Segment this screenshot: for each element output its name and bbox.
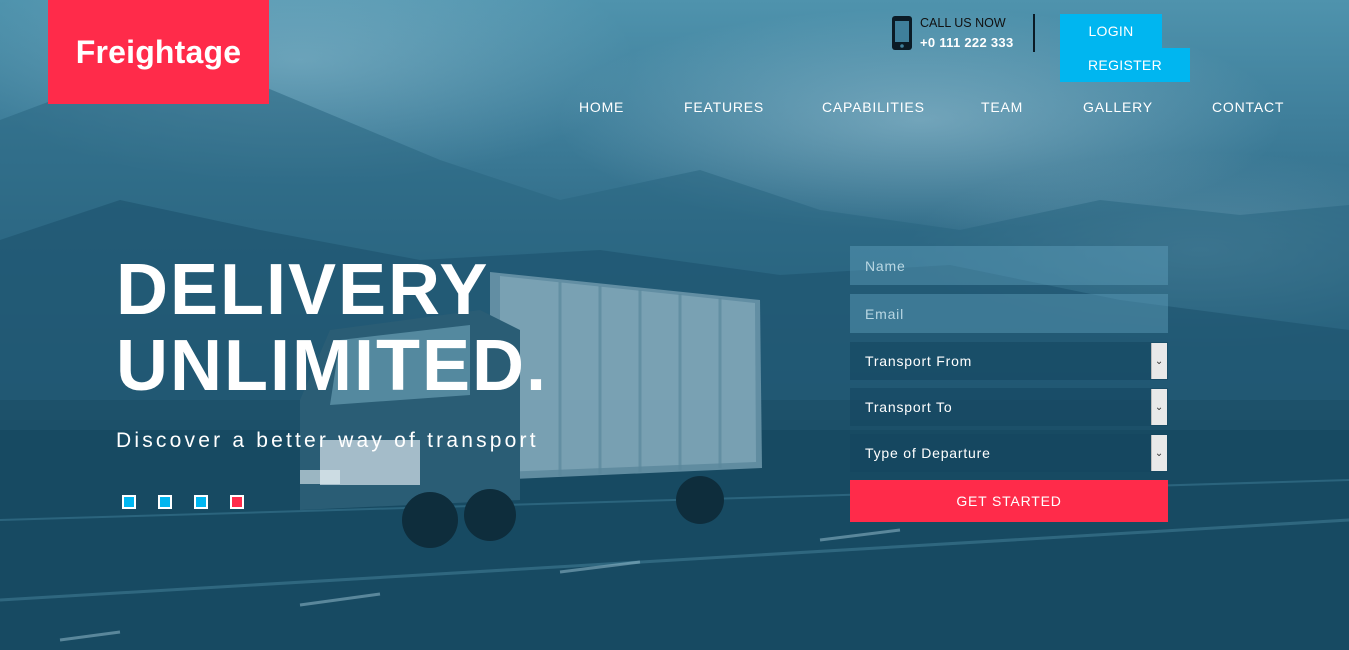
- chevron-down-icon[interactable]: ⌄: [1151, 435, 1167, 471]
- nav-item-capabilities[interactable]: CAPABILITIES: [822, 99, 925, 115]
- departure-type-select[interactable]: Type of Departure ⌄: [850, 434, 1168, 472]
- slider-dot-1[interactable]: [122, 495, 136, 509]
- headline-line-1: DELIVERY: [116, 250, 490, 330]
- chevron-down-icon[interactable]: ⌄: [1151, 389, 1167, 425]
- transport-from-select[interactable]: Transport From ⌄: [850, 342, 1168, 380]
- get-started-button[interactable]: GET STARTED: [850, 480, 1168, 522]
- register-button[interactable]: REGISTER: [1060, 48, 1190, 82]
- email-placeholder: Email: [865, 305, 905, 322]
- brand-logo[interactable]: Freightage: [48, 0, 269, 104]
- nav-item-team[interactable]: TEAM: [981, 99, 1023, 115]
- hero-headline: DELIVERY UNLIMITED.: [116, 252, 548, 404]
- slider-dot-2[interactable]: [158, 495, 172, 509]
- transport-from-value: Transport From: [865, 353, 973, 369]
- call-us-label: CALL US NOW: [920, 16, 1006, 30]
- hero-tagline: Discover a better way of transport: [116, 429, 539, 452]
- main-nav: HOME FEATURES CAPABILITIES TEAM GALLERY …: [0, 99, 1349, 119]
- departure-type-value: Type of Departure: [865, 445, 991, 461]
- chevron-down-icon[interactable]: ⌄: [1151, 343, 1167, 379]
- login-button[interactable]: LOGIN: [1060, 14, 1162, 48]
- nav-item-home[interactable]: HOME: [579, 99, 624, 115]
- slider-dot-3[interactable]: [194, 495, 208, 509]
- headline-line-2: UNLIMITED.: [116, 326, 548, 406]
- call-us-block: CALL US NOW +0 111 222 333: [890, 14, 1014, 52]
- slider-dot-4[interactable]: [230, 495, 244, 509]
- phone-number[interactable]: +0 111 222 333: [920, 33, 1014, 52]
- nav-item-contact[interactable]: CONTACT: [1212, 99, 1284, 115]
- nav-item-features[interactable]: FEATURES: [684, 99, 764, 115]
- transport-to-value: Transport To: [865, 399, 953, 415]
- header-divider: [1033, 14, 1035, 52]
- phone-icon: [892, 16, 912, 50]
- email-input[interactable]: Email: [850, 294, 1168, 333]
- call-us-text: CALL US NOW +0 111 222 333: [920, 14, 1014, 52]
- nav-item-gallery[interactable]: GALLERY: [1083, 99, 1153, 115]
- transport-to-select[interactable]: Transport To ⌄: [850, 388, 1168, 426]
- name-placeholder: Name: [865, 257, 906, 274]
- name-input[interactable]: Name: [850, 246, 1168, 285]
